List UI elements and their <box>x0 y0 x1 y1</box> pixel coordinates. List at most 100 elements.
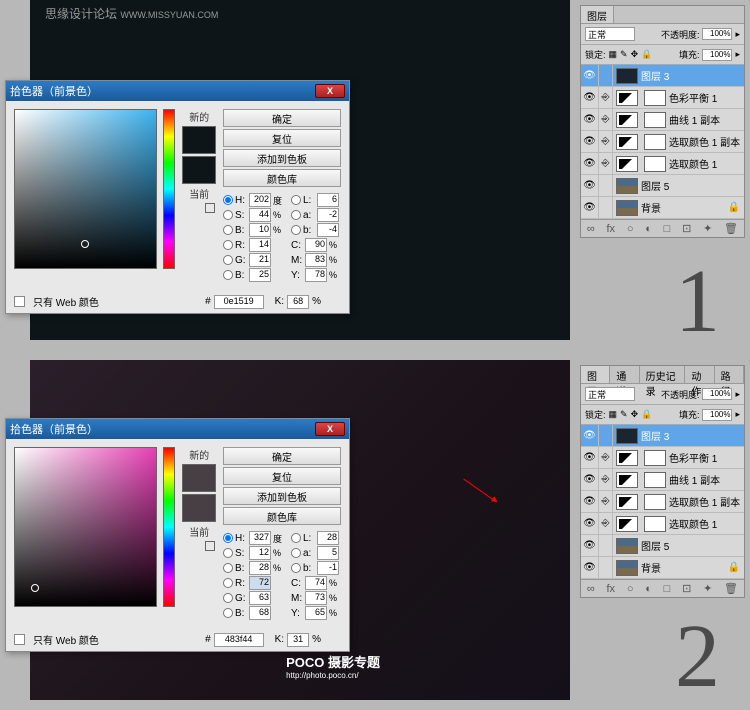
blend-mode-select[interactable]: 正常 <box>585 387 635 401</box>
lock-all-icon[interactable]: 🔒 <box>641 49 652 60</box>
c-input[interactable]: 90 <box>305 238 327 252</box>
link-icon[interactable]: ⎆ <box>599 87 613 108</box>
ok-button[interactable]: 确定 <box>223 109 341 127</box>
footer-icon[interactable]: ◐ <box>645 223 652 235</box>
footer-icon[interactable]: □ <box>664 223 671 235</box>
new-swatch[interactable] <box>182 126 216 154</box>
footer-icon[interactable]: 🗑 <box>724 582 738 595</box>
footer-icon[interactable]: fx <box>606 583 615 595</box>
visibility-icon[interactable]: 👁 <box>581 425 599 446</box>
layer-row[interactable]: 👁⎆曲线 1 副本 <box>581 469 744 491</box>
layer-row[interactable]: 👁⎆色彩平衡 1 <box>581 87 744 109</box>
r-input[interactable]: 14 <box>249 238 271 252</box>
link-icon[interactable]: ⎆ <box>599 513 613 534</box>
close-icon[interactable]: X <box>315 84 345 98</box>
visibility-icon[interactable]: 👁 <box>581 447 599 468</box>
picker-titlebar[interactable]: 拾色器（前景色） X <box>6 419 349 439</box>
close-icon[interactable]: X <box>315 422 345 436</box>
lab-b-input[interactable]: -4 <box>317 223 339 237</box>
footer-icon[interactable]: ∞ <box>587 223 595 235</box>
hex-input[interactable]: 0e1519 <box>214 295 264 309</box>
visibility-icon[interactable]: 👁 <box>581 175 599 196</box>
opacity-input[interactable]: 100% <box>702 28 732 40</box>
link-icon[interactable]: ⎆ <box>599 447 613 468</box>
footer-icon[interactable]: ○ <box>627 583 634 595</box>
visibility-icon[interactable]: 👁 <box>581 491 599 512</box>
picker-titlebar[interactable]: 拾色器（前景色） X <box>6 81 349 101</box>
ok-button[interactable]: 确定 <box>223 447 341 465</box>
cancel-button[interactable]: 复位 <box>223 129 341 147</box>
h-input[interactable]: 202 <box>249 193 271 207</box>
l-radio[interactable] <box>291 195 301 205</box>
footer-icon[interactable]: ⊡ <box>682 222 691 235</box>
tab-actions[interactable]: 动作 <box>685 366 714 383</box>
layer-row[interactable]: 👁⎆选取颜色 1 <box>581 153 744 175</box>
fill-input[interactable]: 100% <box>702 409 732 421</box>
footer-icon[interactable]: 🗑 <box>724 222 738 235</box>
visibility-icon[interactable]: 👁 <box>581 87 599 108</box>
a-radio[interactable] <box>291 210 301 220</box>
lock-pixels-icon[interactable]: ▦ <box>609 409 618 420</box>
lock-brush-icon[interactable]: ✎ <box>620 409 628 420</box>
opacity-input[interactable]: 100% <box>702 388 732 400</box>
chevron-icon[interactable]: ▸ <box>735 29 740 40</box>
visibility-icon[interactable]: 👁 <box>581 469 599 490</box>
chevron-icon[interactable]: ▸ <box>735 389 740 400</box>
visibility-icon[interactable]: 👁 <box>581 535 599 556</box>
chevron-icon[interactable]: ▸ <box>735 409 740 420</box>
web-only-checkbox[interactable] <box>14 296 25 307</box>
color-field[interactable] <box>14 109 157 269</box>
visibility-icon[interactable]: 👁 <box>581 197 599 218</box>
layer-row[interactable]: 👁背景🔒 <box>581 197 744 219</box>
y-input[interactable]: 78 <box>305 268 327 282</box>
link-icon[interactable]: ⎆ <box>599 491 613 512</box>
s-radio[interactable] <box>223 210 233 220</box>
lock-pixels-icon[interactable]: ▦ <box>609 49 618 60</box>
hex-input[interactable]: 483f44 <box>214 633 264 647</box>
lock-brush-icon[interactable]: ✎ <box>620 49 628 60</box>
layer-row[interactable]: 👁⎆曲线 1 副本 <box>581 109 744 131</box>
r-radio[interactable] <box>223 240 233 250</box>
layer-row[interactable]: 👁⎆色彩平衡 1 <box>581 447 744 469</box>
s-input[interactable]: 44 <box>249 208 271 222</box>
layer-row[interactable]: 👁图层 3 <box>581 65 744 87</box>
footer-icon[interactable]: ✦ <box>703 222 712 235</box>
visibility-icon[interactable]: 👁 <box>581 65 599 86</box>
layer-row[interactable]: 👁图层 3 <box>581 425 744 447</box>
current-swatch[interactable] <box>182 156 216 184</box>
cancel-button[interactable]: 复位 <box>223 467 341 485</box>
visibility-icon[interactable]: 👁 <box>581 153 599 174</box>
a-input[interactable]: -2 <box>317 208 339 222</box>
lab-b-radio[interactable] <box>291 225 301 235</box>
layer-row[interactable]: 👁⎆选取颜色 1 副本 <box>581 131 744 153</box>
tab-paths[interactable]: 路径 <box>715 366 744 383</box>
h-radio[interactable] <box>223 195 233 205</box>
footer-icon[interactable]: ⊡ <box>682 582 691 595</box>
visibility-icon[interactable]: 👁 <box>581 109 599 130</box>
link-icon[interactable]: ⎆ <box>599 469 613 490</box>
bb-radio[interactable] <box>223 270 233 280</box>
warning-swatch[interactable] <box>205 541 215 551</box>
footer-icon[interactable]: fx <box>606 223 615 235</box>
k-input[interactable]: 68 <box>287 295 309 309</box>
visibility-icon[interactable]: 👁 <box>581 557 599 578</box>
g-input[interactable]: 21 <box>249 253 271 267</box>
warning-swatch[interactable] <box>205 203 215 213</box>
footer-icon[interactable]: □ <box>664 583 671 595</box>
g-radio[interactable] <box>223 255 233 265</box>
link-icon[interactable]: ⎆ <box>599 131 613 152</box>
web-only-checkbox[interactable] <box>14 634 25 645</box>
layer-row[interactable]: 👁图层 5 <box>581 175 744 197</box>
chevron-icon[interactable]: ▸ <box>735 49 740 60</box>
tab-layers[interactable]: 图层 <box>581 6 614 23</box>
footer-icon[interactable]: ∞ <box>587 583 595 595</box>
fill-input[interactable]: 100% <box>702 49 732 61</box>
layer-row[interactable]: 👁⎆选取颜色 1 <box>581 513 744 535</box>
lock-all-icon[interactable]: 🔒 <box>641 409 652 420</box>
tab-channels[interactable]: 通道 <box>610 366 639 383</box>
current-swatch[interactable] <box>182 494 216 522</box>
link-icon[interactable]: ⎆ <box>599 109 613 130</box>
layer-row[interactable]: 👁背景🔒 <box>581 557 744 579</box>
b-input[interactable]: 10 <box>249 223 271 237</box>
footer-icon[interactable]: ○ <box>627 223 634 235</box>
